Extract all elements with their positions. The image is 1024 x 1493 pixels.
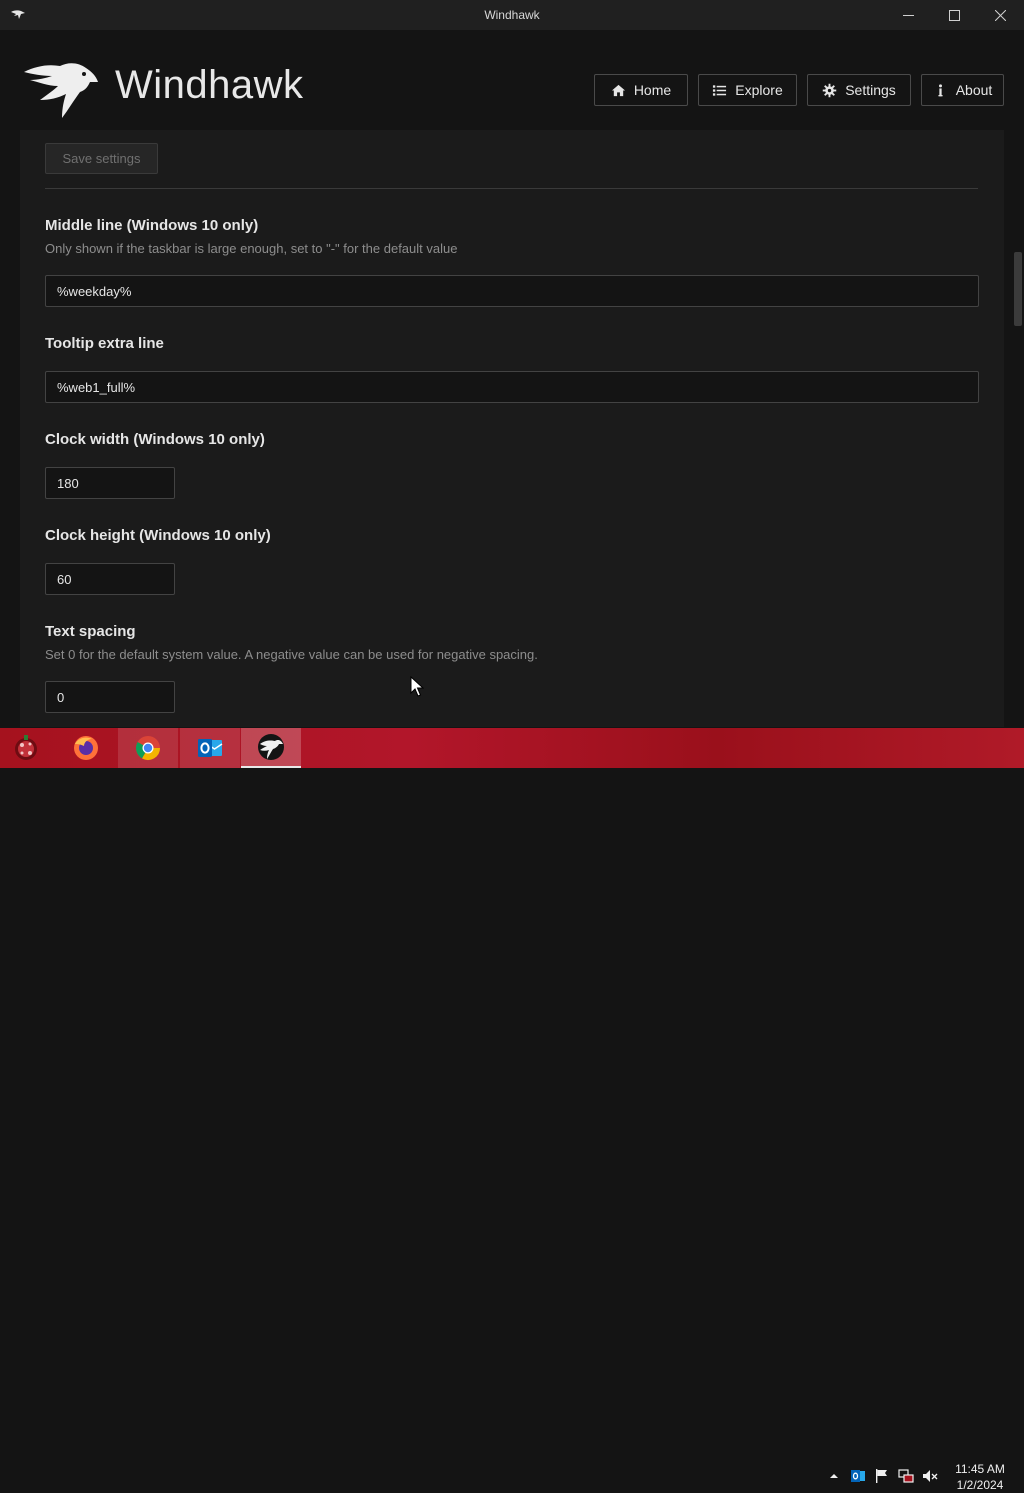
taskbar: 11:45 AM 1/2/2024	[0, 728, 1024, 1492]
nav-explore-button[interactable]: Explore	[698, 74, 797, 106]
volume-muted-icon[interactable]	[922, 1468, 938, 1484]
tooltip-extra-line-input[interactable]: %web1_full%	[45, 371, 979, 403]
app-header: Windhawk Home Explore Settings About	[0, 30, 1024, 130]
clock-height-label: Clock height (Windows 10 only)	[45, 527, 271, 544]
nav-about-label: About	[955, 82, 993, 98]
minimize-icon	[902, 14, 914, 16]
nav-home-button[interactable]: Home	[594, 74, 688, 106]
nav-explore-label: Explore	[735, 82, 783, 98]
clock-height-input[interactable]: 60	[45, 563, 175, 595]
windhawk-icon	[258, 734, 284, 760]
outlook-tray-icon[interactable]	[850, 1468, 866, 1484]
info-icon	[938, 83, 943, 96]
chrome-icon	[135, 736, 160, 761]
taskbar-clock[interactable]: 11:45 AM 1/2/2024	[948, 1461, 1012, 1493]
middle-line-description: Only shown if the taskbar is large enoug…	[45, 241, 458, 256]
minimize-button[interactable]	[885, 0, 931, 30]
middle-line-input[interactable]: %weekday%	[45, 275, 979, 307]
outlook-icon	[198, 739, 223, 757]
close-button[interactable]	[977, 0, 1023, 30]
clock-width-label: Clock width (Windows 10 only)	[45, 431, 265, 448]
title-bar: Windhawk	[0, 0, 1024, 30]
brand-title: Windhawk	[115, 63, 304, 107]
home-icon	[611, 84, 625, 96]
gear-icon	[822, 83, 837, 97]
start-button[interactable]	[0, 728, 52, 768]
settings-panel: Save settings Middle line (Windows 10 on…	[20, 130, 1004, 727]
maximize-button[interactable]	[931, 0, 977, 30]
close-icon	[994, 9, 1006, 21]
text-spacing-input[interactable]: 0	[45, 681, 175, 713]
clock-date: 1/2/2024	[956, 1478, 1004, 1492]
start-icon	[15, 735, 37, 760]
taskbar-chrome[interactable]	[118, 728, 178, 768]
text-spacing-label: Text spacing	[45, 623, 136, 640]
nav-home-label: Home	[633, 82, 672, 98]
nav-settings-button[interactable]: Settings	[807, 74, 911, 106]
scrollbar-thumb[interactable]	[1014, 252, 1022, 326]
windhawk-logo	[24, 63, 98, 118]
maximize-icon	[948, 9, 960, 21]
taskbar-firefox[interactable]	[56, 728, 116, 768]
taskbar-outlook[interactable]	[180, 728, 240, 768]
clock-time: 11:45 AM	[955, 1462, 1005, 1476]
save-settings-button[interactable]: Save settings	[45, 143, 158, 174]
flag-icon[interactable]	[874, 1468, 890, 1484]
firefox-icon	[74, 736, 98, 760]
chevron-up-icon[interactable]	[826, 1468, 842, 1484]
nav-about-button[interactable]: About	[921, 74, 1004, 106]
network-icon[interactable]	[898, 1468, 914, 1484]
tooltip-extra-line-label: Tooltip extra line	[45, 335, 164, 352]
middle-line-label: Middle line (Windows 10 only)	[45, 217, 259, 234]
mouse-cursor-icon	[410, 676, 424, 697]
window-title: Windhawk	[484, 8, 540, 22]
clock-width-input[interactable]: 180	[45, 467, 175, 499]
text-spacing-description: Set 0 for the default system value. A ne…	[45, 647, 538, 662]
taskbar-windhawk[interactable]	[241, 728, 301, 768]
list-icon	[713, 84, 727, 96]
divider	[45, 188, 978, 189]
nav-settings-label: Settings	[845, 82, 896, 98]
